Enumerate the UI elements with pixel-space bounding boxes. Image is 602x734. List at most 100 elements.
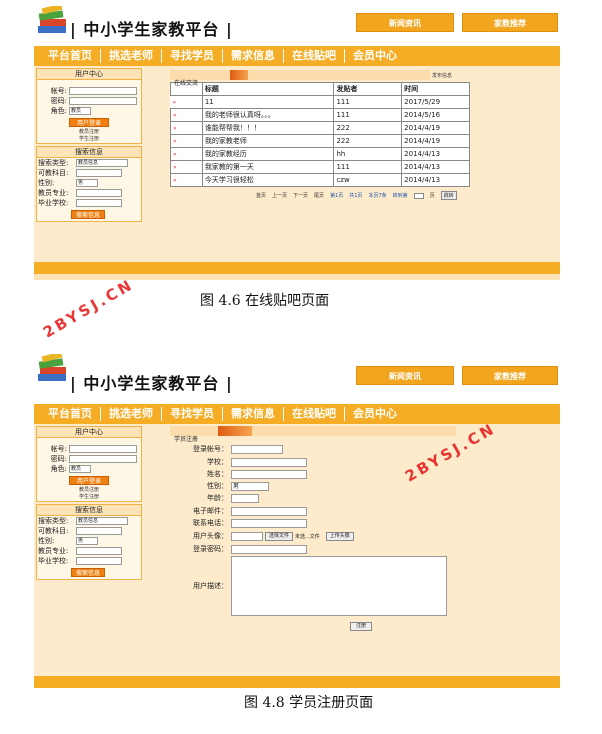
forum-page-screenshot: | 中小学生家教平台 | 新闻资讯 家教推荐 平台首页 挑选老师 寻找学员 需求… xyxy=(34,4,560,284)
arrow-icon: » xyxy=(173,177,177,184)
description-textarea[interactable] xyxy=(231,556,447,616)
nav-home[interactable]: 平台首页 xyxy=(34,407,101,421)
school-reg-input[interactable] xyxy=(231,457,307,467)
nav-demands[interactable]: 需求信息 xyxy=(223,407,284,421)
student-register-link[interactable]: 学生注册 xyxy=(37,494,141,501)
nav-teachers[interactable]: 挑选老师 xyxy=(101,49,162,63)
search-type-select[interactable]: 教员信息 xyxy=(76,517,128,525)
site-title: | 中小学生家教平台 | xyxy=(70,374,233,393)
no-file-text: 未选...文件 xyxy=(295,533,320,540)
gender-select[interactable]: 男 xyxy=(76,179,98,187)
nav-demands[interactable]: 需求信息 xyxy=(223,49,284,63)
forum-content: 在线交流 发布信息 标题 发贴者 时间 » 11 111 2017/5/29 »… xyxy=(170,70,470,200)
post-time: 2014/4/13 xyxy=(401,147,470,161)
search-type-select[interactable]: 教员信息 xyxy=(76,159,128,167)
pager-last[interactable]: 尾页 xyxy=(314,192,324,199)
password-input[interactable] xyxy=(69,97,137,105)
pager-next[interactable]: 下一页 xyxy=(293,192,308,199)
nav-member[interactable]: 会员中心 xyxy=(345,49,405,63)
gender-reg-select[interactable]: 男 xyxy=(231,481,269,491)
post-title[interactable]: 我的家教老师 xyxy=(201,134,335,148)
site-header: | 中小学生家教平台 | 新闻资讯 家教推荐 xyxy=(34,352,560,394)
recommend-button[interactable]: 家教推荐 xyxy=(462,366,558,385)
subject-input[interactable] xyxy=(76,527,122,535)
arrow-icon: » xyxy=(173,164,177,171)
post-title[interactable]: 我的家教经历 xyxy=(201,147,335,161)
table-row[interactable]: » 我的家教经历 hh 2014/4/13 xyxy=(170,147,470,161)
subject-input[interactable] xyxy=(76,169,122,177)
table-row[interactable]: » 今天学习很轻松 czw 2014/4/13 xyxy=(170,173,470,187)
name-input[interactable] xyxy=(231,469,307,479)
forum-table: 标题 发贴者 时间 » 11 111 2017/5/29 » 我的老师很认真呀。… xyxy=(170,82,470,187)
footer-bar xyxy=(34,262,560,274)
pager-first[interactable]: 首页 xyxy=(256,192,266,199)
student-register-link[interactable]: 学生注册 xyxy=(37,136,141,143)
table-row[interactable]: » 我家教的第一天 111 2014/4/13 xyxy=(170,160,470,174)
news-button[interactable]: 新闻资讯 xyxy=(356,13,454,32)
role-select[interactable]: 教员 xyxy=(69,107,91,115)
password-input[interactable] xyxy=(69,455,137,463)
upload-avatar-button[interactable]: 上传头像 xyxy=(325,531,354,541)
post-time: 2014/4/13 xyxy=(401,173,470,187)
table-row[interactable]: » 我的老师很认真呀。。。 111 2014/5/16 xyxy=(170,108,470,122)
login-button[interactable]: 用户登录 xyxy=(69,476,109,485)
pager-prev[interactable]: 上一页 xyxy=(272,192,287,199)
table-row[interactable]: » 我的家教老师 222 2014/4/19 xyxy=(170,134,470,148)
search-type-label: 搜索类型: xyxy=(38,159,69,167)
sidebar: 用户中心 帐号: 密码: 角色: 教员 用户登录 教员注册 学生注册 搜索信息 搜… xyxy=(36,68,142,224)
register-submit-button[interactable]: 注册 xyxy=(350,622,372,631)
gender-select[interactable]: 男 xyxy=(76,537,98,545)
arrow-icon: » xyxy=(173,151,177,158)
teacher-register-link[interactable]: 教员注册 xyxy=(37,129,141,136)
nav-home[interactable]: 平台首页 xyxy=(34,49,101,63)
recommend-button[interactable]: 家教推荐 xyxy=(462,13,558,32)
phone-input[interactable] xyxy=(231,518,307,528)
choose-file-button[interactable]: 选择文件 xyxy=(265,531,294,541)
nav-students[interactable]: 寻找学员 xyxy=(162,49,223,63)
subject-label: 可教科目: xyxy=(38,527,69,535)
email-input[interactable] xyxy=(231,506,307,516)
caption-register: 图 4.8 学员注册页面 xyxy=(244,695,374,711)
login-button[interactable]: 用户登录 xyxy=(69,118,109,127)
avatar-path-input[interactable] xyxy=(231,531,263,541)
post-title[interactable]: 我的老师很认真呀。。。 xyxy=(201,108,335,122)
news-button[interactable]: 新闻资讯 xyxy=(356,366,454,385)
table-row[interactable]: » 11 111 2017/5/29 xyxy=(170,95,470,109)
nav-teachers[interactable]: 挑选老师 xyxy=(101,407,162,421)
nav-forum[interactable]: 在线贴吧 xyxy=(284,49,345,63)
post-title[interactable]: 谁能帮帮我！！！ xyxy=(201,121,335,135)
login-account-input[interactable] xyxy=(231,444,283,454)
account-input[interactable] xyxy=(69,445,137,453)
publish-link[interactable]: 发布信息 xyxy=(432,72,452,79)
pager-unit: 页 xyxy=(429,193,435,199)
subject-label: 可教科目: xyxy=(38,169,69,177)
gender-reg-label: 性别： xyxy=(207,482,228,490)
major-input[interactable] xyxy=(76,189,122,197)
school-input[interactable] xyxy=(76,199,122,207)
teacher-register-link[interactable]: 教员注册 xyxy=(37,487,141,494)
nav-students[interactable]: 寻找学员 xyxy=(162,407,223,421)
pager-jump-button[interactable]: 跳转 xyxy=(440,191,457,200)
col-author: 发贴者 xyxy=(333,82,403,96)
site-title: | 中小学生家教平台 | xyxy=(70,20,233,39)
role-select[interactable]: 教员 xyxy=(69,465,91,473)
major-input[interactable] xyxy=(76,547,122,555)
register-page-screenshot: | 中小学生家教平台 | 新闻资讯 家教推荐 平台首页 挑选老师 寻找学员 需求… xyxy=(34,352,560,688)
search-button[interactable]: 搜索信息 xyxy=(71,210,105,219)
pager-input[interactable] xyxy=(413,192,424,199)
post-title[interactable]: 今天学习很轻松 xyxy=(201,173,335,187)
post-author: 111 xyxy=(333,95,403,109)
post-title[interactable]: 11 xyxy=(201,95,335,109)
post-time: 2014/4/19 xyxy=(401,121,470,135)
password-reg-input[interactable] xyxy=(231,544,307,554)
search-button[interactable]: 搜索信息 xyxy=(71,568,105,577)
account-input[interactable] xyxy=(69,87,137,95)
school-input[interactable] xyxy=(76,557,122,565)
table-row[interactable]: » 谁能帮帮我！！！ 222 2014/4/19 xyxy=(170,121,470,135)
nav-member[interactable]: 会员中心 xyxy=(345,407,405,421)
age-input[interactable] xyxy=(231,493,259,503)
forum-tab-bar: 在线交流 xyxy=(170,70,430,87)
pager-current: 第1页 xyxy=(330,193,344,199)
post-title[interactable]: 我家教的第一天 xyxy=(201,160,335,174)
nav-forum[interactable]: 在线贴吧 xyxy=(284,407,345,421)
